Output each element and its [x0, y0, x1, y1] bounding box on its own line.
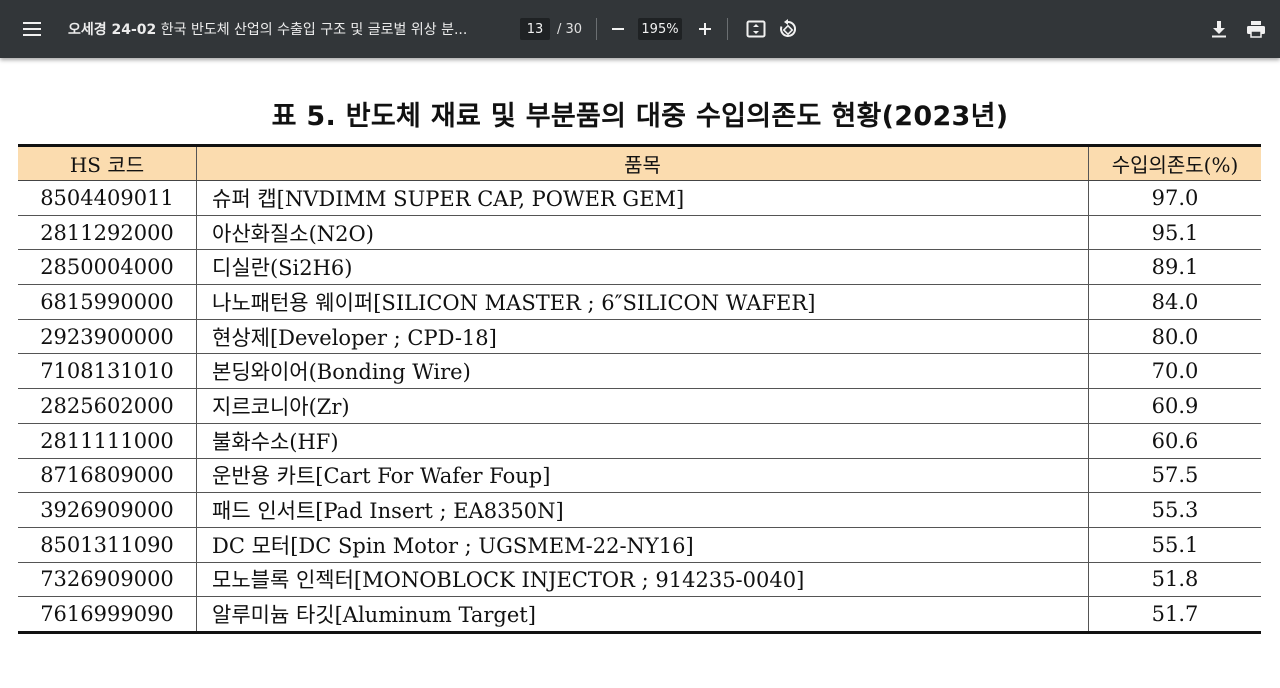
menu-icon [23, 22, 41, 36]
print-button[interactable] [1240, 14, 1272, 44]
zoom-in-icon [699, 23, 711, 35]
print-icon [1247, 21, 1265, 38]
table-row: 8504409011 슈퍼 캡[NVDIMM SUPER CAP, POWER G… [18, 180, 1261, 216]
menu-button[interactable] [14, 14, 50, 44]
dependency-cell: 51.7 [1088, 596, 1261, 634]
page-number-input[interactable]: 13 [520, 18, 550, 40]
header-dependency: 수입의존도(%) [1088, 144, 1261, 181]
hs-code-cell: 2825602000 [18, 388, 197, 424]
table-row: 2923900000 현상제[Developer ; CPD-18] 80.0 [18, 319, 1261, 355]
item-cell: 지르코니아(Zr) [196, 388, 1089, 424]
table-row: 2811292000 아산화질소(N2O) 95.1 [18, 215, 1261, 251]
table-title: 표 5. 반도체 재료 및 부분품의 대중 수입의존도 현황(2023년) [271, 101, 1009, 132]
item-cell: 슈퍼 캡[NVDIMM SUPER CAP, POWER GEM] [196, 180, 1089, 216]
hs-code-cell: 2923900000 [18, 319, 197, 355]
hs-code-cell: 6815990000 [18, 284, 197, 320]
dependency-cell: 97.0 [1088, 180, 1261, 216]
item-cell: 현상제[Developer ; CPD-18] [196, 319, 1089, 355]
hs-code-cell: 2811111000 [18, 423, 197, 459]
fit-page-icon [746, 20, 766, 38]
toolbar-divider [596, 18, 597, 40]
zoom-out-button[interactable] [602, 14, 634, 44]
item-cell: 운반용 카트[Cart For Wafer Foup] [196, 458, 1089, 494]
hs-code-cell: 7326909000 [18, 562, 197, 598]
item-cell: 나노패턴용 웨이퍼[SILICON MASTER ; 6″SILICON WAF… [196, 284, 1089, 320]
dependency-cell: 70.0 [1088, 353, 1261, 390]
item-cell: 본딩와이어(Bonding Wire) [196, 353, 1089, 390]
item-cell: 불화수소(HF) [196, 423, 1089, 459]
table-row: 7616999090 알루미늄 타깃[Aluminum Target] 51.7 [18, 596, 1261, 634]
dependency-cell: 51.8 [1088, 562, 1261, 598]
hs-code-cell: 3926909000 [18, 492, 197, 528]
fit-page-button[interactable] [740, 14, 772, 44]
document-title: 오세경 24-02 한국 반도체 산업의 수출입 구조 및 글로벌 위상 분..… [68, 19, 498, 41]
item-cell: 아산화질소(N2O) [196, 215, 1089, 251]
table-row: 8501311090 DC 모터[DC Spin Motor ; UGSMEM-2… [18, 527, 1261, 563]
table-row: 8716809000 운반용 카트[Cart For Wafer Foup] 57.… [18, 458, 1261, 494]
zoom-level-input[interactable]: 195% [638, 18, 682, 40]
hs-code-cell: 7108131010 [18, 353, 197, 390]
document-title-bold: 오세경 24-02 [68, 22, 157, 38]
pdf-toolbar: 오세경 24-02 한국 반도체 산업의 수출입 구조 및 글로벌 위상 분..… [0, 0, 1280, 58]
dependency-cell: 60.6 [1088, 423, 1261, 459]
dependency-cell: 55.3 [1088, 492, 1261, 528]
hs-code-cell: 8501311090 [18, 527, 197, 563]
item-cell: 알루미늄 타깃[Aluminum Target] [196, 596, 1089, 634]
toolbar-divider [727, 18, 728, 40]
table-row: 3926909000 패드 인서트[Pad Insert ; EA8350N] 55… [18, 492, 1261, 528]
download-icon [1212, 21, 1226, 38]
page-total: / 30 [557, 22, 583, 37]
document-title-rest: 한국 반도체 산업의 수출입 구조 및 글로벌 위상 분... [156, 22, 468, 38]
hs-code-cell: 8504409011 [18, 180, 197, 216]
table-row: 2825602000 지르코니아(Zr) 60.9 [18, 388, 1261, 424]
table-row: 6815990000 나노패턴용 웨이퍼[SILICON MASTER ; 6″S… [18, 284, 1261, 320]
dependency-cell: 57.5 [1088, 458, 1261, 494]
dependency-cell: 89.1 [1088, 249, 1261, 286]
hs-code-cell: 2811292000 [18, 215, 197, 251]
table-row: 2811111000 불화수소(HF) 60.6 [18, 423, 1261, 459]
item-cell: 모노블록 인젝터[MONOBLOCK INJECTOR ; 914235-004… [196, 562, 1089, 598]
zoom-in-button[interactable] [689, 14, 721, 44]
item-cell: 패드 인서트[Pad Insert ; EA8350N] [196, 492, 1089, 528]
dependency-cell: 95.1 [1088, 215, 1261, 251]
zoom-out-icon [612, 28, 624, 30]
table-row: 7108131010 본딩와이어(Bonding Wire) 70.0 [18, 353, 1261, 390]
dependency-cell: 80.0 [1088, 319, 1261, 355]
header-hs-code: HS 코드 [18, 144, 197, 181]
item-cell: 디실란(Si2H6) [196, 249, 1089, 286]
dependency-cell: 55.1 [1088, 527, 1261, 563]
dependency-cell: 84.0 [1088, 284, 1261, 320]
hs-code-cell: 7616999090 [18, 596, 197, 634]
rotate-icon [780, 19, 797, 37]
table-row: 7326909000 모노블록 인젝터[MONOBLOCK INJECTOR ; … [18, 562, 1261, 598]
table-header-row: HS 코드 품목 수입의존도(%) [18, 144, 1261, 181]
import-dependency-table: HS 코드 품목 수입의존도(%) 8504409011 슈퍼 캡[NVDIMM … [18, 144, 1261, 634]
hs-code-cell: 2850004000 [18, 249, 197, 286]
pdf-page: 표 5. 반도체 재료 및 부분품의 대중 수입의존도 현황(2023년) HS… [0, 58, 1280, 688]
download-button[interactable] [1203, 14, 1235, 44]
dependency-cell: 60.9 [1088, 388, 1261, 424]
header-item: 품목 [196, 144, 1089, 181]
table-row: 2850004000 디실란(Si2H6) 89.1 [18, 249, 1261, 286]
rotate-button[interactable] [772, 14, 804, 44]
item-cell: DC 모터[DC Spin Motor ; UGSMEM-22-NY16] [196, 527, 1089, 563]
hs-code-cell: 8716809000 [18, 458, 197, 494]
